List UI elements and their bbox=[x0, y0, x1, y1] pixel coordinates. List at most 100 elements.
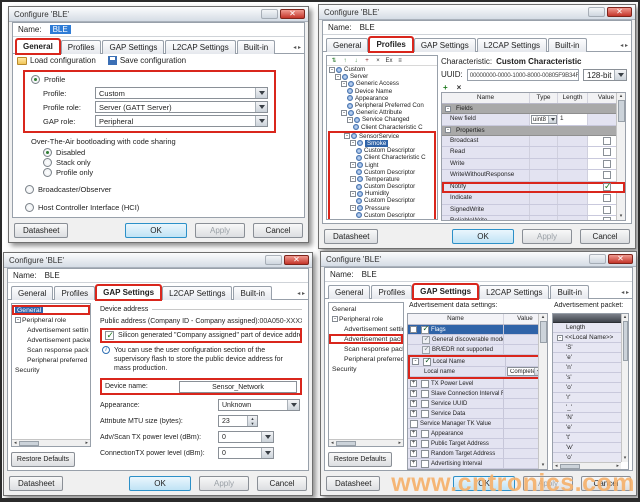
property-row[interactable]: Notify bbox=[442, 182, 625, 194]
expander-icon[interactable] bbox=[350, 205, 356, 211]
ota-disabled-radio[interactable] bbox=[43, 148, 52, 157]
apply-button[interactable]: Apply bbox=[522, 229, 572, 244]
packet-v-scrollbar[interactable]: ▴▾ bbox=[621, 314, 628, 462]
new-field-row[interactable]: New field uint8 1 bbox=[442, 114, 625, 126]
cancel-button[interactable]: Cancel bbox=[253, 223, 303, 238]
packet-row[interactable]: 'n' bbox=[553, 363, 621, 373]
expander-icon[interactable] bbox=[329, 67, 335, 73]
titlebar[interactable]: Configure 'BLE' bbox=[321, 252, 636, 267]
apply-button[interactable]: Apply bbox=[199, 476, 249, 491]
adv-row[interactable]: Service Data bbox=[408, 409, 547, 419]
cancel-button[interactable]: Cancel bbox=[257, 476, 307, 491]
expander-icon[interactable] bbox=[410, 430, 417, 437]
window-close-icon[interactable] bbox=[607, 7, 632, 17]
tree-item[interactable]: Peripheral Preferred Con bbox=[327, 102, 437, 109]
tree-h-scrollbar[interactable]: ◂▸ bbox=[329, 439, 403, 446]
adv-row[interactable]: Appearance bbox=[408, 429, 547, 439]
tree-item[interactable]: Custom Descriptor bbox=[330, 212, 434, 219]
tab-built-in[interactable]: Built-in bbox=[237, 40, 275, 54]
expander-icon[interactable] bbox=[445, 127, 451, 133]
packet-row[interactable]: 'w' bbox=[553, 443, 621, 453]
property-checkbox[interactable] bbox=[603, 148, 611, 156]
tree-item[interactable]: Generic Access bbox=[327, 80, 437, 87]
adv-row[interactable]: Service UUID bbox=[408, 399, 547, 409]
property-checkbox[interactable] bbox=[603, 206, 611, 214]
broadcaster-observer-radio[interactable] bbox=[25, 185, 34, 194]
packet-row[interactable]: 'e' bbox=[553, 353, 621, 363]
add-item-icon[interactable]: + bbox=[362, 57, 372, 65]
packet-row[interactable]: 's' bbox=[553, 373, 621, 383]
property-row[interactable]: ReliableWrite bbox=[442, 216, 625, 221]
gap-tree-item[interactable]: Peripheral preferred bbox=[329, 354, 403, 364]
delete-item-icon[interactable]: × bbox=[373, 57, 383, 65]
property-checkbox[interactable] bbox=[603, 160, 611, 168]
expander-icon[interactable] bbox=[350, 191, 356, 197]
tree-item[interactable]: Custom Descriptor bbox=[330, 147, 434, 154]
ok-button[interactable]: OK bbox=[452, 229, 514, 244]
profile-select[interactable]: Custom bbox=[95, 87, 268, 99]
packet-row[interactable]: 'N' bbox=[553, 413, 621, 423]
expander-icon[interactable] bbox=[350, 162, 356, 168]
tree-h-scrollbar[interactable]: ◂▸ bbox=[12, 439, 90, 446]
gap-tree-item[interactable]: Advertisement settin bbox=[329, 324, 403, 334]
expander-icon[interactable] bbox=[341, 81, 347, 87]
ok-button[interactable]: OK bbox=[129, 476, 191, 491]
tree-item[interactable]: Service Changed bbox=[327, 116, 437, 123]
adv-row[interactable]: Local name Complete bbox=[410, 367, 545, 377]
load-configuration-button[interactable]: Load configuration bbox=[17, 56, 96, 65]
gap-tree-item[interactable]: Advertisement packe bbox=[329, 334, 403, 344]
tree-item[interactable]: Custom bbox=[327, 66, 437, 73]
name-value[interactable]: BLE bbox=[360, 23, 375, 32]
titlebar[interactable]: Configure 'BLE' bbox=[4, 253, 312, 268]
tab-general[interactable]: General bbox=[16, 39, 60, 54]
adv-checkbox[interactable] bbox=[423, 358, 431, 366]
expander-icon[interactable] bbox=[350, 176, 356, 182]
expander-icon[interactable] bbox=[341, 110, 347, 116]
profile-radio[interactable] bbox=[31, 75, 40, 84]
packet-row[interactable]: 'r' bbox=[553, 393, 621, 403]
tab-scroll-icons[interactable] bbox=[293, 44, 301, 54]
move-down-icon[interactable]: ↓ bbox=[351, 57, 361, 65]
adv-table-scrollbar[interactable]: ▴▾ bbox=[538, 314, 547, 469]
adv-row[interactable]: Local Name bbox=[410, 357, 545, 367]
expander-icon[interactable] bbox=[410, 326, 417, 333]
titlebar[interactable]: Configure 'BLE' bbox=[9, 7, 308, 22]
packet-row[interactable]: 'S' bbox=[553, 343, 621, 353]
window-help-icon[interactable] bbox=[589, 254, 606, 264]
gap-tree-item[interactable]: Peripheral role bbox=[329, 314, 403, 324]
table-scrollbar[interactable]: ▴▾ bbox=[616, 93, 625, 220]
expander-icon[interactable] bbox=[344, 133, 350, 139]
expander-icon[interactable] bbox=[410, 460, 417, 467]
window-help-icon[interactable] bbox=[261, 9, 278, 19]
expander-icon[interactable] bbox=[445, 106, 451, 112]
window-help-icon[interactable] bbox=[588, 7, 605, 17]
name-value[interactable]: BLE bbox=[362, 270, 377, 279]
tree-item[interactable]: Smoke bbox=[330, 140, 434, 147]
packet-row[interactable]: '_' bbox=[553, 403, 621, 413]
property-row[interactable]: Broadcast bbox=[442, 136, 625, 148]
tab-gap-settings[interactable]: GAP Settings bbox=[413, 284, 478, 299]
adv-row[interactable]: BR/EDR not supported bbox=[408, 345, 547, 355]
properties-group-row[interactable]: Properties bbox=[442, 126, 625, 136]
list-view-icon[interactable]: ≡ bbox=[395, 57, 405, 65]
ok-button[interactable]: OK bbox=[125, 223, 187, 238]
tree-item[interactable]: Custom Descriptor bbox=[330, 169, 434, 176]
adv-checkbox[interactable] bbox=[421, 380, 429, 388]
property-row[interactable]: Indicate bbox=[442, 193, 625, 205]
expander-icon[interactable] bbox=[347, 117, 353, 123]
restore-defaults-button[interactable]: Restore Defaults bbox=[11, 452, 75, 467]
tab-profiles[interactable]: Profiles bbox=[369, 37, 412, 52]
tab-general[interactable]: General bbox=[328, 285, 370, 299]
adv-checkbox[interactable] bbox=[421, 450, 429, 458]
tree-item[interactable]: Client Characteristic C bbox=[327, 124, 437, 131]
gap-role-select[interactable]: Peripheral bbox=[95, 115, 268, 127]
property-row[interactable]: Read bbox=[442, 147, 625, 159]
adv-checkbox[interactable] bbox=[410, 420, 418, 428]
window-help-icon[interactable] bbox=[265, 255, 282, 265]
adv-row[interactable]: Public Target Address bbox=[408, 439, 547, 449]
tab-l2cap-settings[interactable]: L2CAP Settings bbox=[479, 285, 549, 299]
tab-gap-settings[interactable]: GAP Settings bbox=[414, 38, 476, 52]
adv-row[interactable]: Service Manager TK Value bbox=[408, 419, 547, 429]
adv-tx-select[interactable]: 0 bbox=[218, 431, 274, 443]
tree-item[interactable]: Generic Attribute bbox=[327, 109, 437, 116]
